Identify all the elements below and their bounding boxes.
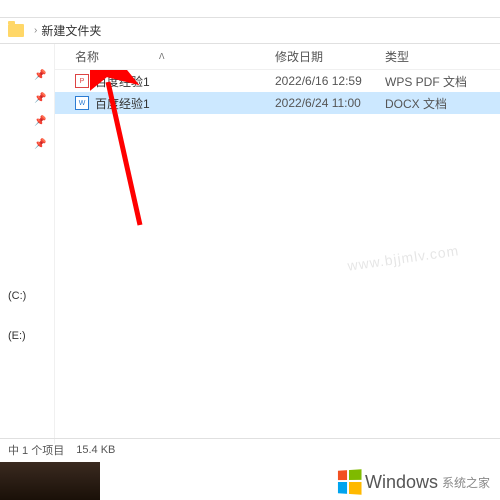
windows-logo-icon: [338, 469, 362, 495]
file-name: 百度经验1: [95, 95, 275, 112]
status-size: 15.4 KB: [76, 444, 115, 456]
status-bar: 中 1 个项目 15.4 KB: [0, 438, 500, 460]
sidebar: 📌 📌 📌 📌 (C:) (E:): [0, 44, 55, 444]
file-list: 名称 ᐱ 修改日期 类型 P 百度经验1 2022/6/16 12:59 WPS…: [55, 44, 500, 444]
breadcrumb[interactable]: › 新建文件夹: [0, 18, 500, 44]
file-row-selected[interactable]: W 百度经验1 2022/6/24 11:00 DOCX 文档: [55, 92, 500, 114]
pdf-icon: P: [75, 74, 89, 88]
file-row[interactable]: P 百度经验1 2022/6/16 12:59 WPS PDF 文档: [55, 70, 500, 92]
drive-e[interactable]: (E:): [0, 326, 54, 346]
column-headers: 名称 ᐱ 修改日期 类型: [55, 44, 500, 70]
file-date: 2022/6/24 11:00: [275, 96, 385, 110]
chevron-right-icon: ›: [34, 25, 37, 36]
file-type: DOCX 文档: [385, 95, 447, 112]
toolbar-section: [0, 0, 500, 18]
footer-brand: Windows: [365, 472, 438, 493]
pin-icon[interactable]: 📌: [0, 87, 54, 110]
folder-icon: [8, 24, 24, 37]
drive-c[interactable]: (C:): [0, 286, 54, 306]
footer-logo: Windows 系统之家: [337, 470, 490, 494]
breadcrumb-folder[interactable]: 新建文件夹: [41, 22, 101, 39]
file-date: 2022/6/16 12:59: [275, 74, 385, 88]
header-name[interactable]: 名称 ᐱ: [55, 48, 275, 65]
decorative-strip: [0, 462, 100, 500]
footer-sub: 系统之家: [442, 474, 490, 491]
file-name: 百度经验1: [95, 73, 275, 90]
status-selection: 中 1 个项目: [8, 442, 64, 458]
header-type[interactable]: 类型: [385, 48, 500, 65]
pin-icon[interactable]: 📌: [0, 133, 54, 156]
pin-icon[interactable]: 📌: [0, 110, 54, 133]
main-area: 📌 📌 📌 📌 (C:) (E:) 名称 ᐱ 修改日期 类型 P 百度经验1 2…: [0, 44, 500, 444]
docx-icon: W: [75, 96, 89, 110]
sort-asc-icon: ᐱ: [159, 52, 164, 61]
header-date[interactable]: 修改日期: [275, 48, 385, 65]
file-type: WPS PDF 文档: [385, 73, 467, 90]
pin-icon[interactable]: 📌: [0, 64, 54, 87]
